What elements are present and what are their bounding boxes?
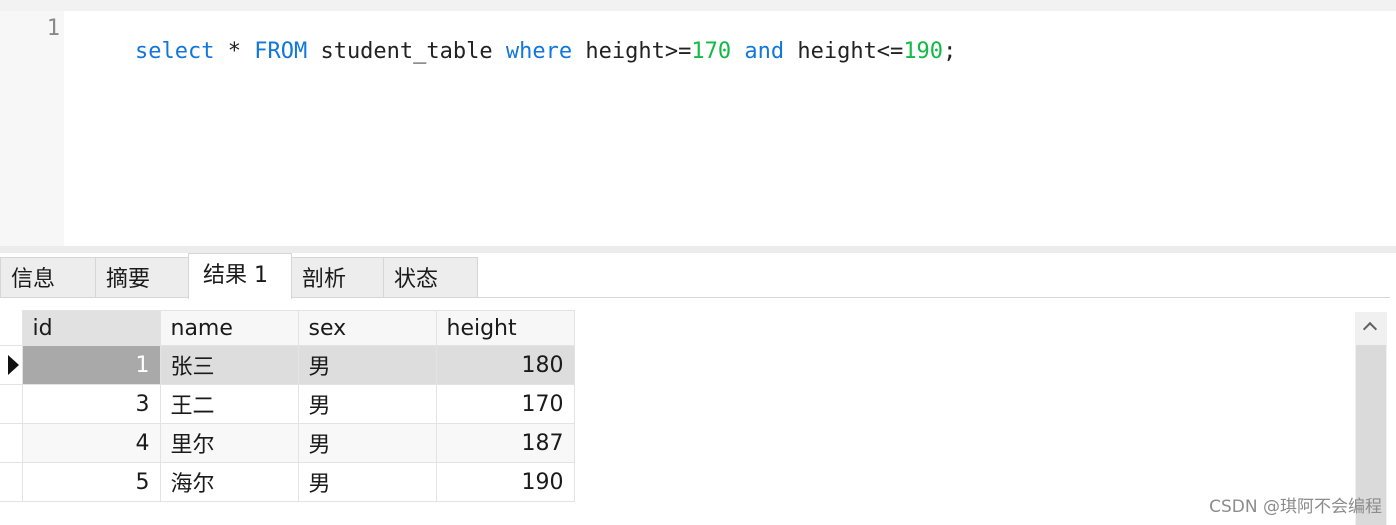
column-header-id[interactable]: id	[21, 310, 161, 346]
cell-height[interactable]: 180	[435, 345, 575, 385]
result-tabbar: 信息 摘要 结果 1 剖析 状态	[0, 253, 1396, 299]
code-token: FROM	[254, 39, 308, 64]
code-token: where	[505, 39, 573, 64]
sql-code-line[interactable]: select * FROM student_table where height…	[82, 16, 956, 88]
code-token: 190	[903, 39, 944, 64]
tab-label: 状态	[394, 267, 439, 292]
line-number-gutter: 1	[0, 11, 64, 246]
editor-splitter[interactable]	[0, 246, 1396, 253]
tab-result-1[interactable]: 结果 1	[188, 253, 292, 299]
cell-height[interactable]: 170	[435, 384, 575, 424]
cell-name[interactable]: 王二	[159, 384, 299, 424]
cell-name[interactable]: 张三	[159, 345, 299, 385]
table-row[interactable]: 3 王二 男 170	[0, 384, 575, 424]
tab-label: 信息	[11, 267, 56, 292]
code-token: select	[134, 39, 215, 64]
code-token: height<=	[784, 39, 904, 64]
row-selector[interactable]	[0, 384, 23, 424]
tab-status[interactable]: 状态	[383, 257, 478, 298]
cell-sex[interactable]: 男	[297, 384, 437, 424]
cell-height[interactable]: 187	[435, 423, 575, 463]
grid-header-row: id name sex height	[0, 310, 575, 346]
column-header-name[interactable]: name	[159, 310, 299, 346]
sql-editor[interactable]: 1 select * FROM student_table where heig…	[0, 0, 1396, 246]
cell-name[interactable]: 里尔	[159, 423, 299, 463]
cell-name[interactable]: 海尔	[159, 462, 299, 502]
tab-label: 摘要	[106, 267, 151, 292]
cell-id[interactable]: 5	[21, 462, 161, 502]
code-token: ;	[943, 39, 957, 64]
code-token: and	[744, 39, 785, 64]
column-header-height[interactable]: height	[435, 310, 575, 346]
cell-height[interactable]: 190	[435, 462, 575, 502]
scroll-up-arrow-icon[interactable]	[1355, 312, 1387, 344]
row-selector[interactable]	[0, 345, 23, 385]
cell-id[interactable]: 1	[21, 345, 161, 385]
cell-sex[interactable]: 男	[297, 345, 437, 385]
table-row[interactable]: 1 张三 男 180	[0, 345, 575, 385]
table-row[interactable]: 5 海尔 男 190	[0, 462, 575, 502]
result-grid-panel: id name sex height 1 张三 男 180 3 王二 男 170	[0, 298, 1396, 525]
tab-summary[interactable]: 摘要	[95, 257, 189, 298]
cell-id[interactable]: 3	[21, 384, 161, 424]
cell-sex[interactable]: 男	[297, 462, 437, 502]
row-selector[interactable]	[0, 423, 23, 463]
row-selector[interactable]	[0, 462, 23, 502]
line-number: 1	[46, 16, 60, 41]
cell-sex[interactable]: 男	[297, 423, 437, 463]
code-token: *	[214, 39, 255, 64]
column-header-sex[interactable]: sex	[297, 310, 437, 346]
code-token: height>=	[572, 39, 692, 64]
editor-top-strip	[0, 0, 1396, 11]
watermark: CSDN @琪阿不会编程	[1209, 497, 1382, 517]
current-row-arrow-icon	[8, 355, 19, 375]
cell-id[interactable]: 4	[21, 423, 161, 463]
tab-label: 结果 1	[203, 263, 268, 288]
code-token: 170	[691, 39, 732, 64]
code-token: student_table	[307, 39, 506, 64]
tab-label: 剖析	[302, 267, 347, 292]
table-row[interactable]: 4 里尔 男 187	[0, 423, 575, 463]
result-grid: id name sex height 1 张三 男 180 3 王二 男 170	[0, 310, 575, 502]
row-selector-header	[0, 310, 23, 346]
tab-info[interactable]: 信息	[0, 257, 96, 298]
tab-profile[interactable]: 剖析	[291, 257, 384, 298]
